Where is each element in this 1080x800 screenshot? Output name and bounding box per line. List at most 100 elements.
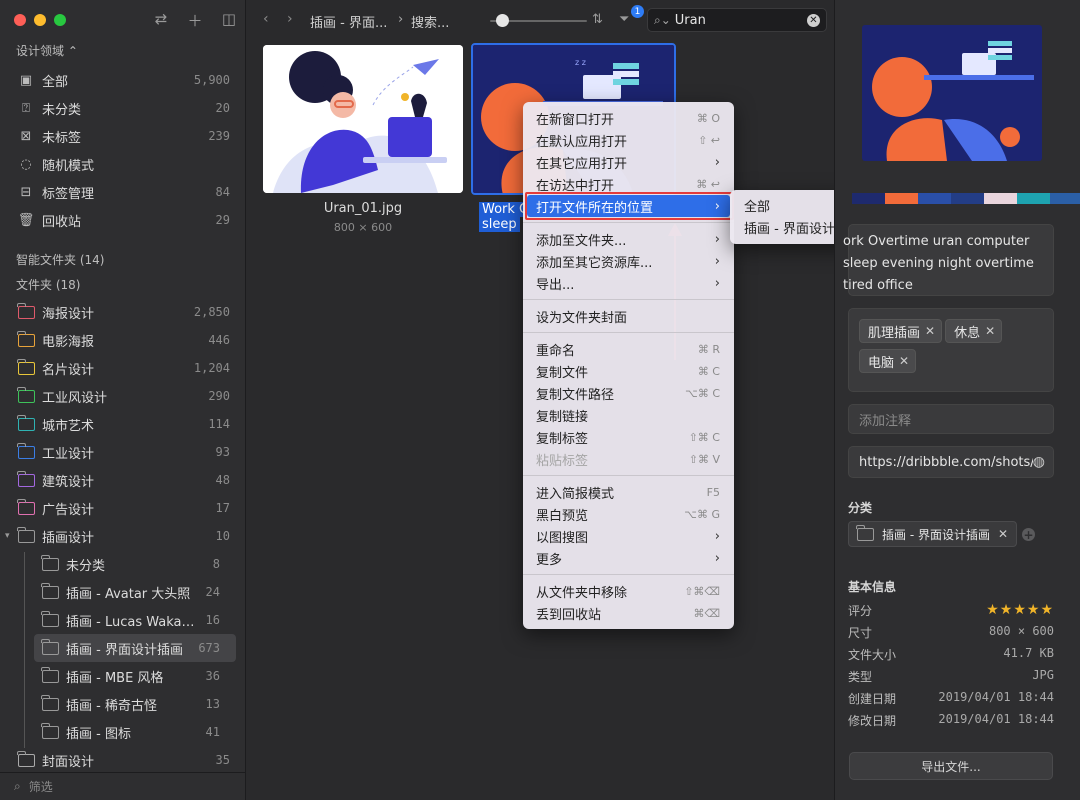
sidebar-item-subfolder[interactable]: 插画 - 界面设计插画 673 [34, 634, 236, 662]
sidebar-item-label: 工业设计 [42, 446, 95, 462]
tags-field[interactable]: 肌理插画 ✕ 休息 ✕ 电脑 ✕ [848, 308, 1054, 392]
sidebar-item-subfolder[interactable]: 插画 - 图标 41 [34, 718, 236, 746]
palette-swatch[interactable] [951, 193, 984, 204]
context-menu-item[interactable]: 在其它应用打开 › [523, 151, 734, 173]
url-field[interactable]: https://dribbble.com/shots/ ◍ [848, 446, 1054, 478]
sidebar-toggle-icon[interactable]: ◫ [220, 10, 238, 31]
sidebar-item-subfolder[interactable]: 插画 - 稀奇古怪 13 [34, 690, 236, 718]
rating-stars[interactable]: ★★★★★ [986, 602, 1054, 619]
folder-icon [16, 470, 36, 490]
sidebar-item-subfolder[interactable]: 插画 - Avatar 大头照 24 [34, 578, 236, 606]
context-menu-item[interactable]: 导出... › [523, 272, 734, 294]
sidebar-item-subfolder[interactable]: 未分类 8 [34, 550, 236, 578]
back-icon[interactable]: ‹ [263, 11, 269, 27]
folder-icon [40, 582, 60, 602]
context-menu-item[interactable]: 以图搜图 › [523, 525, 734, 547]
remove-icon[interactable]: ✕ [998, 527, 1008, 541]
info-key: 创建日期 [848, 692, 897, 706]
sidebar-item-folder[interactable]: 电影海报 446 [0, 326, 245, 354]
sidebar-item-folder[interactable]: 广告设计 17 [0, 494, 245, 522]
sidebar-item-folder[interactable]: 名片设计 1,204 [0, 354, 245, 382]
sidebar-item-folder[interactable]: 工业风设计 290 [0, 382, 245, 410]
disclosure-triangle-icon[interactable]: ▾ [5, 531, 10, 541]
sidebar-item-all[interactable]: ▣ 全部 5,900 [0, 66, 245, 94]
sidebar-item-label: 插画 - 界面设计插画 [66, 642, 183, 658]
tag-chip[interactable]: 电脑 ✕ [859, 349, 917, 373]
palette-swatch[interactable] [885, 193, 918, 204]
add-icon[interactable]: ＋ [186, 10, 204, 31]
globe-icon[interactable]: ◍ [1033, 454, 1045, 470]
context-menu-item[interactable]: 添加至其它资源库... › [523, 250, 734, 272]
sidebar-item-trash[interactable]: 🗑︎ 回收站 29 [0, 206, 245, 234]
context-menu-item[interactable]: 重命名 ⌘ R [523, 338, 734, 360]
sidebar-item-subfolder[interactable]: 插画 - MBE 风格 36 [34, 662, 236, 690]
swap-icon[interactable]: ⇄ [152, 10, 170, 31]
folders-header[interactable]: 文件夹 (18) [0, 272, 245, 297]
palette-swatch[interactable] [918, 193, 951, 204]
note-field[interactable]: 添加注释 [848, 404, 1054, 434]
tag-chip[interactable]: 肌理插画 ✕ [859, 319, 943, 343]
sidebar-item-random[interactable]: ◌ 随机模式 [0, 150, 245, 178]
clear-search-icon[interactable]: ✕ [807, 13, 820, 27]
tag-chip[interactable]: 休息 ✕ [945, 319, 1003, 343]
zoom-slider-knob[interactable] [496, 14, 509, 27]
breadcrumb-search[interactable]: 搜索... [411, 12, 449, 31]
remove-tag-icon[interactable]: ✕ [925, 324, 935, 338]
smart-folders-header[interactable]: 智能文件夹 (14) [0, 247, 245, 272]
context-menu-item[interactable]: 在新窗口打开 ⌘ O [523, 107, 734, 129]
context-menu-item[interactable]: 丢到回收站 ⌘⌫ [523, 602, 734, 624]
thumbnail-uran-01[interactable] [263, 45, 463, 193]
menu-item-shortcut: ⌘ O [696, 111, 720, 125]
palette-swatch[interactable] [984, 193, 1017, 204]
context-menu-item[interactable]: 进入简报模式 F5 [523, 481, 734, 503]
sidebar-item-folder[interactable]: 海报设计 2,850 [0, 298, 245, 326]
search-input[interactable]: ⌕⌄ Uran ✕ [647, 8, 827, 32]
filter-bar[interactable]: ⌕ 筛选 [0, 772, 245, 800]
context-menu-item[interactable]: 从文件夹中移除 ⇧⌘⌫ [523, 580, 734, 602]
context-menu-item[interactable]: 复制文件路径 ⌥⌘ C [523, 382, 734, 404]
context-menu-item[interactable]: 复制链接 [523, 404, 734, 426]
sidebar-item-count: 36 [205, 669, 220, 683]
sidebar-item-folder[interactable]: ▾ 插画设计 10 [0, 522, 245, 550]
unsorted-icon: ⍰ [22, 100, 30, 116]
palette-swatch[interactable] [1050, 193, 1080, 204]
context-menu-item[interactable]: 黑白预览 ⌥⌘ G [523, 503, 734, 525]
category-chip[interactable]: 插画 - 界面设计插画 ✕ [848, 521, 1018, 547]
context-menu-item[interactable]: 复制文件 ⌘ C [523, 360, 734, 382]
add-category-icon[interactable]: + [1022, 528, 1035, 542]
sidebar-item-cover-design[interactable]: 封面设计 35 [0, 746, 245, 774]
preview-image[interactable] [862, 25, 1042, 161]
context-menu-item[interactable]: 在默认应用打开 ⇧ ↩ [523, 129, 734, 151]
zoom-window-button[interactable] [54, 14, 66, 26]
sidebar-item-tag-manager[interactable]: ⊟ 标签管理 84 [0, 178, 245, 206]
palette-swatch[interactable] [1017, 193, 1050, 204]
sidebar-item-subfolder[interactable]: 插画 - Lucas Wakamatsu 16 [34, 606, 236, 634]
context-menu-item[interactable]: 添加至文件夹... › [523, 228, 734, 250]
close-window-button[interactable] [14, 14, 26, 26]
forward-icon[interactable]: › [287, 11, 293, 27]
sidebar-item-folder[interactable]: 城市艺术 114 [0, 410, 245, 438]
sidebar-item-label: 建筑设计 [42, 474, 95, 490]
remove-tag-icon[interactable]: ✕ [985, 324, 995, 338]
sidebar-item-folder[interactable]: 建筑设计 48 [0, 466, 245, 494]
breadcrumb-folder[interactable]: 插画 - 界面... [310, 12, 387, 31]
remove-tag-icon[interactable]: ✕ [899, 354, 909, 368]
palette-swatch[interactable] [852, 193, 885, 204]
sort-icon[interactable]: ⇅ [592, 12, 603, 27]
sidebar-item-count: 8 [212, 557, 220, 571]
sidebar-item-label: 未标签 [42, 130, 82, 146]
context-menu-item[interactable]: 设为文件夹封面 [523, 305, 734, 327]
sidebar-item-folder[interactable]: 工业设计 93 [0, 438, 245, 466]
filter-icon[interactable]: ⏷ [619, 12, 629, 27]
context-menu-item[interactable]: 复制标签 ⇧⌘ C [523, 426, 734, 448]
menu-item-shortcut: ⇧ ↩ [698, 133, 720, 147]
folder-section: 智能文件夹 (14) 文件夹 (18) [0, 247, 245, 297]
export-button[interactable]: 导出文件... [849, 752, 1053, 780]
context-menu-item[interactable]: 更多 › [523, 547, 734, 569]
sidebar-item-untagged[interactable]: ⊠ 未标签 239 [0, 122, 245, 150]
filter-input[interactable]: 筛选 [29, 778, 53, 795]
title-field[interactable]: ork Overtime uran computer sleep evening… [843, 224, 1054, 296]
library-switcher[interactable]: 设计领域 ⌃ [16, 42, 78, 59]
sidebar-item-unsorted[interactable]: ⍰ 未分类 20 [0, 94, 245, 122]
minimize-window-button[interactable] [34, 14, 46, 26]
